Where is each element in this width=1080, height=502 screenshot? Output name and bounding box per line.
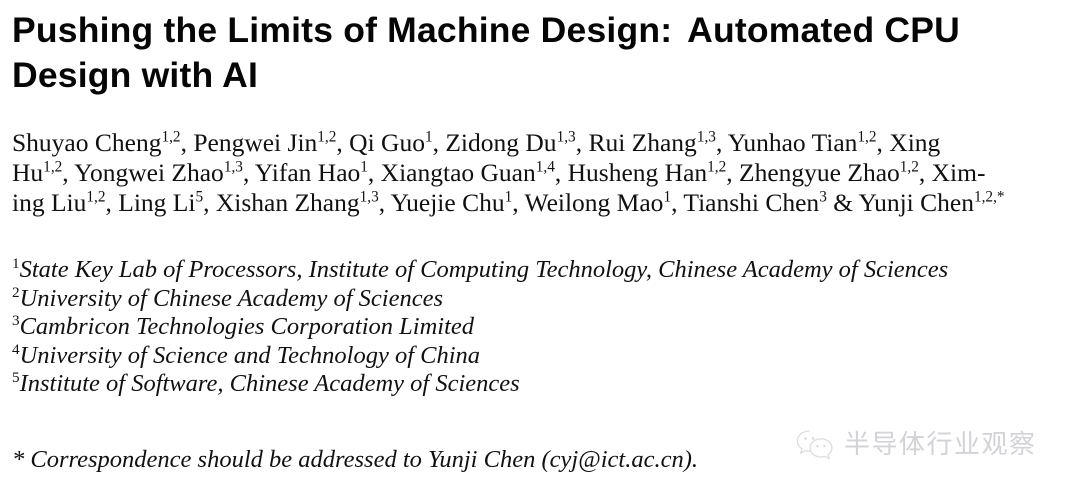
title-line-1-part-a: Pushing the Limits of Machine Design: — [12, 10, 673, 50]
author-separator: , — [242, 158, 255, 187]
author-separator: , — [336, 128, 350, 157]
affiliation-marker: 1 — [12, 254, 20, 272]
affiliation-marker: 3 — [12, 311, 20, 329]
affiliation-text: State Key Lab of Processors, Institute o… — [19, 256, 949, 283]
author-affiliation-marker: 1,2 — [43, 158, 63, 176]
author-separator: , — [554, 158, 568, 187]
author-name: Zhengyue Zhao — [739, 158, 900, 187]
author-name: Shuyao Cheng — [12, 128, 162, 157]
affiliation-list: 1State Key Lab of Processors, Institute … — [12, 256, 1068, 399]
title-line-2: Design with AI — [12, 55, 259, 95]
author-affiliation-marker: 1,3 — [359, 188, 379, 206]
author-separator: , — [180, 128, 194, 157]
author-name: Pengwei Jin — [193, 128, 318, 157]
author-affiliation-marker: 5 — [195, 188, 204, 206]
author-affiliation-marker: 1 — [424, 128, 433, 146]
author-name: Xing — [889, 128, 941, 157]
author-separator: , — [62, 158, 75, 187]
affiliation-text: Cambricon Technologies Corporation Limit… — [19, 313, 475, 340]
author-line-1: Shuyao Cheng1,2, Pengwei Jin1,2, Qi Guo1… — [12, 128, 1065, 158]
affiliation-text: Institute of Software, Chinese Academy o… — [19, 370, 520, 397]
author-name: ing Liu — [12, 188, 87, 217]
page-title: Pushing the Limits of Machine Design: Aut… — [12, 8, 1068, 98]
author-name: Qi Guo — [349, 128, 425, 157]
author-separator: , — [378, 188, 391, 217]
watermark-text: 半导体行业观察 — [844, 430, 1037, 460]
affiliation-item: 1State Key Lab of Processors, Institute … — [12, 256, 1068, 285]
affiliation-item: 3Cambricon Technologies Corporation Limi… — [12, 313, 1068, 342]
affiliation-marker: 5 — [12, 368, 20, 386]
affiliation-text: University of Chinese Academy of Science… — [19, 284, 443, 312]
author-name: Ling Li — [118, 188, 196, 217]
author-list: Shuyao Cheng1,2, Pengwei Jin1,2, Qi Guo1… — [12, 128, 1065, 218]
author-name: Yifan Hao — [254, 158, 361, 187]
affiliation-text: University of Science and Technology of … — [19, 341, 481, 369]
author-name: Weilong Mao — [524, 188, 664, 217]
author-affiliation-marker: 1,4 — [535, 158, 555, 176]
author-separator: , — [726, 158, 740, 187]
author-affiliation-marker: 1 — [663, 188, 672, 206]
author-affiliation-marker: 1,2 — [707, 158, 727, 176]
affiliation-item: 5Institute of Software, Chinese Academy … — [12, 370, 1068, 399]
author-affiliation-marker: 1,3 — [696, 128, 716, 146]
wechat-logo-icon — [795, 428, 835, 462]
paper-header-page: Pushing the Limits of Machine Design: Aut… — [0, 0, 1080, 502]
author-name: Yunji Chen — [858, 188, 974, 217]
author-separator: , — [575, 128, 589, 157]
author-affiliation-marker: 1,2 — [899, 158, 919, 176]
author-separator: , — [876, 128, 890, 157]
author-affiliation-marker: 3 — [819, 188, 827, 206]
author-affiliation-marker: 1,3 — [223, 158, 243, 176]
author-name: Xim- — [931, 158, 986, 187]
affiliation-marker: 2 — [12, 283, 20, 301]
author-name: Tianshi Chen — [683, 188, 820, 217]
author-name: Yuejie Chu — [390, 188, 505, 217]
author-separator: , — [367, 158, 381, 187]
correspondence-note: * Correspondence should be addressed to … — [12, 446, 698, 473]
author-name: Zidong Du — [445, 128, 557, 157]
author-affiliation-marker: 1,2 — [317, 128, 337, 146]
author-affiliation-marker: 1,2 — [86, 188, 106, 206]
author-name: Xiangtao Guan — [380, 158, 536, 187]
author-name: Husheng Han — [567, 158, 708, 187]
author-line-3: ing Liu1,2, Ling Li5, Xishan Zhang1,3, Y… — [12, 188, 1065, 218]
author-separator: , — [715, 128, 728, 157]
author-separator: , — [512, 188, 525, 217]
author-separator: , — [432, 128, 446, 157]
author-name: Xishan Zhang — [215, 188, 360, 217]
affiliation-item: 2University of Chinese Academy of Scienc… — [12, 283, 1068, 314]
title-line-1-part-b: Automated CPU — [687, 10, 960, 50]
author-affiliation-marker: 1,2 — [857, 128, 877, 146]
affiliation-marker: 4 — [12, 340, 20, 358]
author-separator: , — [105, 188, 119, 217]
author-name: Yunhao Tian — [727, 128, 858, 157]
author-affiliation-marker: 1 — [360, 158, 368, 176]
author-affiliation-marker: 1,3 — [556, 128, 576, 146]
author-separator: & — [826, 188, 859, 217]
author-name: Yongwei Zhao — [74, 158, 224, 187]
author-separator: , — [671, 188, 684, 217]
author-line-2: Hu1,2, Yongwei Zhao1,3, Yifan Hao1, Xian… — [12, 158, 1065, 188]
author-separator: , — [918, 158, 932, 187]
author-separator: , — [203, 188, 216, 217]
affiliation-item: 4University of Science and Technology of… — [12, 340, 1068, 371]
title-line-1: Pushing the Limits of Machine Design: Aut… — [12, 8, 1068, 53]
watermark: 半导体行业观察 — [795, 428, 1037, 462]
author-name: Hu — [12, 158, 44, 187]
author-name: Rui Zhang — [588, 128, 697, 157]
author-affiliation-marker: 1,2,* — [973, 188, 1005, 206]
author-affiliation-marker: 1,2 — [161, 128, 181, 146]
